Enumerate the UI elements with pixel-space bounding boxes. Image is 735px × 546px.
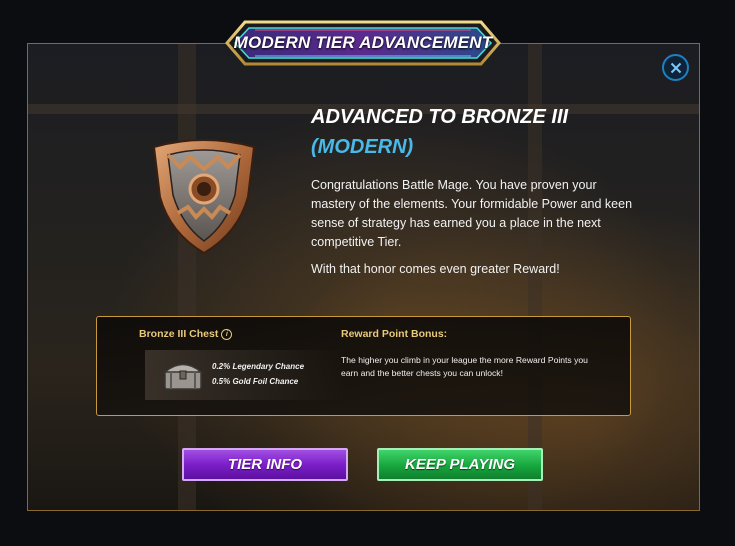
title-banner: MODERN TIER ADVANCEMENT bbox=[225, 20, 501, 66]
info-icon[interactable]: i bbox=[221, 329, 233, 340]
advancement-heading: ADVANCED TO BRONZE III bbox=[311, 106, 569, 128]
advancement-format: (MODERN) bbox=[311, 136, 414, 158]
tier-info-button[interactable]: TIER INFO bbox=[182, 448, 348, 481]
congratulations-message: Congratulations Battle Mage. You have pr… bbox=[311, 178, 633, 249]
chest-title: Bronze III Chest i bbox=[139, 328, 233, 340]
modal-title: MODERN TIER ADVANCEMENT bbox=[233, 33, 493, 52]
chest-icon bbox=[162, 363, 204, 390]
reward-point-bonus-text: The higher you climb in your league the … bbox=[341, 355, 588, 378]
keep-playing-button[interactable]: KEEP PLAYING bbox=[377, 448, 543, 481]
close-icon bbox=[670, 62, 681, 73]
gold-foil-chance: 0.5% Gold Foil Chance bbox=[212, 377, 299, 386]
bronze-shield-icon bbox=[152, 139, 256, 255]
background-beam bbox=[178, 44, 196, 510]
legendary-chance: 0.2% Legendary Chance bbox=[212, 362, 305, 371]
reward-panel: Bronze III Chest i 0.2% Legendary Chance … bbox=[96, 316, 631, 416]
reward-message: With that honor comes even greater Rewar… bbox=[311, 262, 560, 276]
chest-title-label: Bronze III Chest bbox=[139, 328, 219, 340]
reward-point-bonus-title: Reward Point Bonus: bbox=[341, 328, 448, 340]
close-button[interactable] bbox=[662, 54, 689, 81]
